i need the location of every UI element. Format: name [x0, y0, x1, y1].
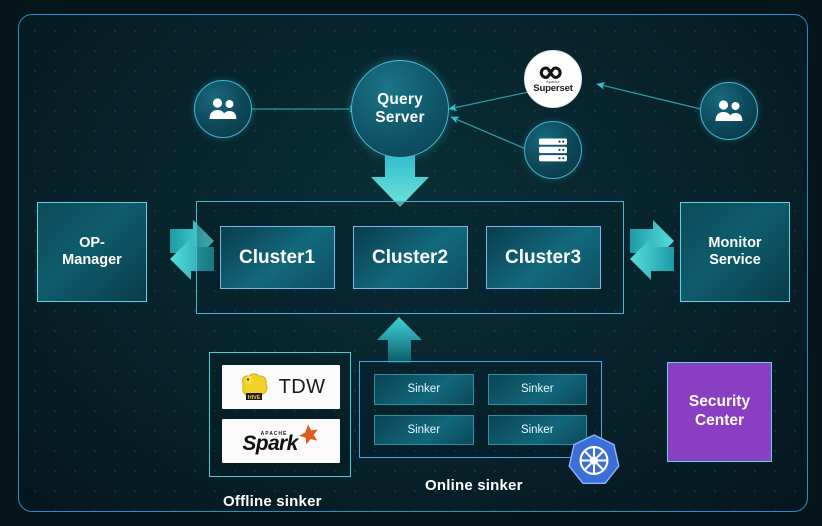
sinker-box-3[interactable]: Sinker	[374, 414, 474, 445]
sinker-box-1[interactable]: Sinker	[374, 374, 474, 405]
spark-label: Spark	[242, 431, 298, 455]
cluster-box-3[interactable]: Cluster3	[485, 226, 601, 289]
database-node[interactable]	[524, 121, 582, 179]
query-server-node[interactable]: Query Server	[351, 60, 449, 158]
offline-sinker-group: HIVE TDW APACHE Spark	[209, 352, 351, 477]
security-center-node[interactable]: Security Center	[667, 362, 772, 462]
svg-text:HIVE: HIVE	[247, 395, 260, 401]
online-sinker-caption: Online sinker	[425, 477, 523, 494]
cluster-label: Cluster2	[371, 246, 449, 268]
users-icon	[209, 98, 237, 119]
kubernetes-icon	[568, 434, 620, 484]
superset-infinity-icon	[539, 65, 562, 79]
kubernetes-node[interactable]	[565, 432, 623, 495]
cluster-label: Cluster3	[504, 246, 582, 268]
cluster-box-2[interactable]: Cluster2	[352, 226, 468, 289]
superset-label: Superset	[533, 82, 573, 94]
left-users-node[interactable]	[194, 80, 252, 138]
diagram-canvas: Query Server Apache Superset OP- Manager…	[0, 0, 822, 526]
superset-node[interactable]: Apache Superset	[524, 50, 582, 108]
spark-sub-label: APACHE	[260, 430, 288, 437]
query-server-label-line1: Query	[377, 90, 423, 108]
security-center-label-line1: Security	[688, 393, 751, 411]
database-server-icon	[539, 138, 567, 162]
cluster-box-1[interactable]: Cluster1	[219, 226, 335, 289]
op-manager-label-line2: Manager	[62, 252, 122, 268]
security-center-label-line2: Center	[694, 412, 745, 429]
offline-sinker-caption: Offline sinker	[223, 493, 322, 510]
diagram-panel: Query Server Apache Superset OP- Manager…	[18, 14, 808, 512]
monitor-service-label-line1: Monitor	[708, 234, 762, 251]
sinker-label: Sinker	[520, 423, 554, 436]
tdw-label: TDW	[278, 375, 326, 398]
sinker-label: Sinker	[520, 383, 554, 396]
spark-star-icon	[298, 424, 318, 445]
cluster-group: Cluster1 Cluster2 Cluster3	[196, 201, 624, 314]
query-server-label-line2: Server	[375, 109, 425, 126]
op-manager-label-line1: OP-	[79, 234, 105, 251]
tdw-logo-chip[interactable]: HIVE TDW	[222, 365, 340, 409]
monitor-service-node[interactable]: Monitor Service	[680, 202, 790, 302]
op-manager-node[interactable]: OP- Manager	[37, 202, 147, 302]
monitor-service-label-line2: Service	[709, 252, 761, 268]
spark-logo-chip[interactable]: APACHE Spark	[222, 419, 340, 463]
cluster-label: Cluster1	[238, 246, 316, 268]
right-users-node[interactable]	[700, 82, 758, 140]
users-icon	[715, 100, 743, 121]
sinker-label: Sinker	[407, 383, 441, 396]
sinker-label: Sinker	[407, 423, 441, 436]
sinker-box-2[interactable]: Sinker	[487, 374, 587, 405]
hive-bee-icon: HIVE	[241, 373, 268, 401]
